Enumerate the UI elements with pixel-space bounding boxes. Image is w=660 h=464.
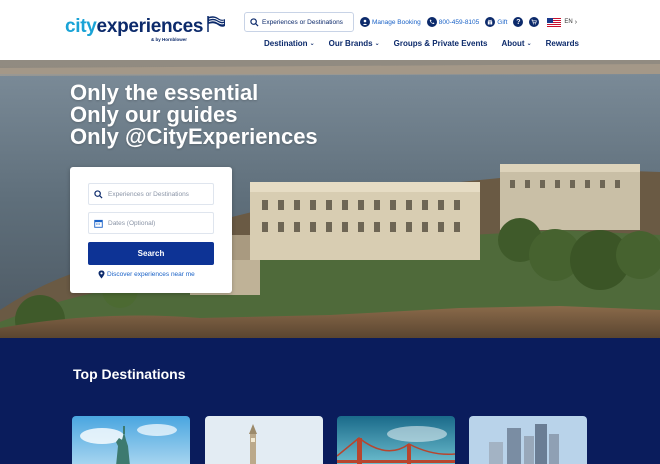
phone-icon: [426, 17, 437, 27]
dates-input[interactable]: Dates (Optional): [88, 212, 214, 234]
language-label: EN: [564, 19, 573, 25]
nav-about-label: About: [501, 39, 525, 48]
utility-bar: Experiences or Destinations Manage Booki…: [244, 12, 577, 32]
user-icon: [360, 17, 370, 27]
near-me-label: Discover experiences near me: [107, 271, 195, 278]
chevron-down-icon: ⌄: [526, 41, 532, 47]
nav-groups-label: Groups & Private Events: [393, 39, 488, 48]
top-destinations-section: Top Destinations: [0, 338, 660, 464]
destination-search-input[interactable]: Experiences or Destinations: [88, 183, 214, 205]
help-button[interactable]: ?: [513, 17, 525, 27]
cart-icon: [529, 17, 540, 27]
city-skyline-image: [469, 416, 587, 464]
city-experiences-logo[interactable]: city experiences & by Hornblower: [65, 16, 226, 42]
gift-label: Gift: [497, 18, 508, 26]
main-nav: Destination ⌄ Our Brands ⌄ Groups & Privat…: [264, 39, 579, 48]
destination-card[interactable]: [469, 416, 587, 464]
header-search-placeholder: Experiences or Destinations: [262, 18, 343, 26]
us-flag-icon: [547, 17, 562, 27]
chevron-down-icon: ⌄: [374, 41, 380, 47]
search-icon: [94, 189, 103, 199]
london-image: [205, 416, 323, 464]
logo-experiences-text: experiences: [96, 16, 204, 37]
chevron-down-icon: ⌄: [309, 41, 315, 47]
calendar-icon: [94, 219, 103, 228]
language-selector[interactable]: EN ›: [547, 17, 578, 27]
hero-search-card: Experiences or Destinations Dates (Optio…: [70, 167, 232, 293]
location-pin-icon: [98, 270, 105, 279]
headline-line-3: Only @CityExperiences: [70, 124, 318, 149]
top-destinations-title: Top Destinations: [73, 366, 186, 382]
manage-booking-label: Manage Booking: [372, 18, 421, 26]
headline-line-1: Only the essential: [70, 80, 259, 105]
golden-gate-bridge-image: [337, 416, 455, 464]
gift-link[interactable]: Gift: [485, 17, 507, 27]
nav-groups-private-events[interactable]: Groups & Private Events: [394, 39, 488, 48]
nav-destination[interactable]: Destination ⌄: [264, 39, 315, 48]
destination-card[interactable]: [72, 416, 190, 464]
gift-icon: [485, 17, 496, 27]
headline-line-2: Only our guides: [70, 102, 238, 127]
logo-subtitle: & by Hornblower: [151, 37, 188, 42]
destination-search-placeholder: Experiences or Destinations: [108, 190, 189, 198]
nav-our-brands-label: Our Brands: [328, 39, 373, 48]
cart-button[interactable]: [529, 17, 541, 27]
phone-link[interactable]: 800-459-8105: [426, 17, 480, 27]
dates-placeholder: Dates (Optional): [108, 219, 156, 227]
nav-our-brands[interactable]: Our Brands ⌄: [329, 39, 380, 48]
destination-card[interactable]: [205, 416, 323, 464]
destination-card[interactable]: [337, 416, 455, 464]
chevron-right-icon: ›: [574, 18, 578, 26]
search-button[interactable]: Search: [88, 242, 214, 265]
manage-booking-link[interactable]: Manage Booking: [360, 17, 421, 27]
hero-headline: Only the essential Only our guides Only …: [70, 82, 318, 148]
nav-rewards-label: Rewards: [545, 39, 579, 48]
flag-logo-icon: [207, 16, 226, 32]
search-icon: [250, 17, 259, 27]
nav-about[interactable]: About ⌄: [501, 39, 531, 48]
statue-of-liberty-image: [72, 416, 190, 464]
logo-city-text: city: [65, 16, 97, 37]
header-search-input[interactable]: Experiences or Destinations: [244, 12, 354, 32]
nav-rewards[interactable]: Rewards: [546, 39, 579, 48]
nav-destination-label: Destination: [264, 39, 308, 48]
discover-near-me-link[interactable]: Discover experiences near me: [98, 270, 195, 279]
help-icon: ?: [513, 17, 524, 27]
site-header: city experiences & by Hornblower Experien…: [0, 0, 660, 60]
phone-number: 800-459-8105: [438, 18, 480, 26]
